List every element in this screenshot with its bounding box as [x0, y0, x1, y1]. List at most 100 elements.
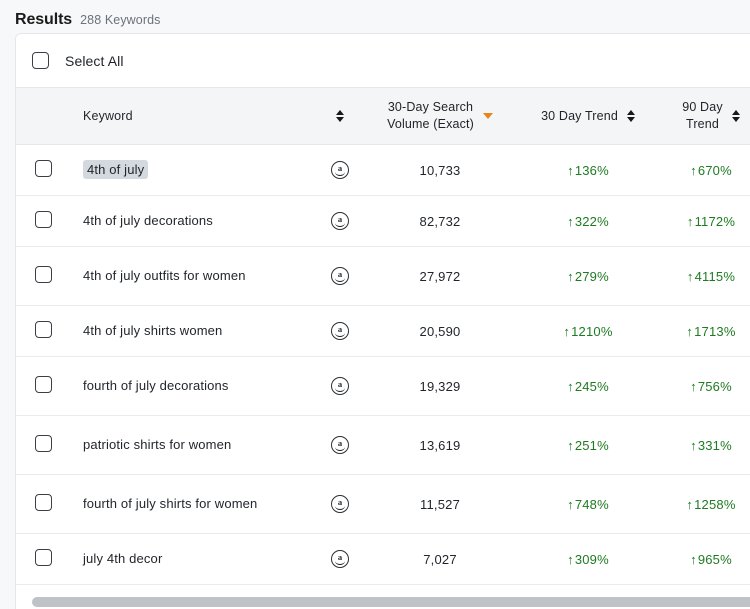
search-volume-cell: 7,027 [360, 534, 520, 585]
amazon-icon[interactable]: a [331, 161, 349, 179]
sort-descending-active-icon[interactable] [483, 113, 493, 119]
select-all-checkbox[interactable] [32, 52, 49, 69]
amazon-icon[interactable]: a [331, 212, 349, 230]
table-row[interactable]: 4th of july shirts womena20,590↑1210%↑17… [16, 306, 750, 357]
source-cell[interactable]: a [320, 357, 360, 416]
arrow-up-icon: ↑ [567, 215, 574, 228]
row-checkbox[interactable] [35, 494, 52, 511]
trend-value: ↑279% [567, 269, 609, 284]
search-volume-cell: 11,527 [360, 475, 520, 534]
row-select-cell[interactable] [16, 534, 70, 585]
trend-value: ↑245% [567, 379, 609, 394]
column-header-volume[interactable]: 30-Day Search Volume (Exact) [360, 88, 520, 145]
column-header-trend30[interactable]: 30 Day Trend [520, 88, 656, 145]
amazon-icon[interactable]: a [331, 322, 349, 340]
arrow-up-icon: ↑ [686, 498, 693, 511]
trend-percent: 756% [698, 379, 732, 394]
amazon-icon-swoosh [335, 277, 346, 282]
sort-toggle-keyword-icon[interactable] [336, 110, 344, 122]
source-cell[interactable]: a [320, 306, 360, 357]
arrow-up-icon: ↑ [686, 325, 693, 338]
arrow-up-icon: ↑ [567, 270, 574, 283]
keyword-text: 4th of july shirts women [83, 323, 222, 338]
row-checkbox[interactable] [35, 376, 52, 393]
trend-90day-cell: ↑670% [656, 145, 750, 196]
row-select-cell[interactable] [16, 475, 70, 534]
sort-toggle-trend90-icon[interactable] [732, 110, 740, 122]
trend-percent: 279% [575, 269, 609, 284]
row-select-cell[interactable] [16, 196, 70, 247]
row-select-cell[interactable] [16, 247, 70, 306]
trend-90day-cell: ↑331% [656, 416, 750, 475]
column-header-trend30-label: 30 Day Trend [541, 108, 618, 125]
trend-30day-cell: ↑245% [520, 357, 656, 416]
trend-90day-cell: ↑1172% [656, 196, 750, 247]
trend-90day-cell: ↑4115% [656, 247, 750, 306]
trend-value: ↑251% [567, 438, 609, 453]
arrow-up-icon: ↑ [687, 270, 694, 283]
amazon-icon[interactable]: a [331, 495, 349, 513]
row-select-cell[interactable] [16, 145, 70, 196]
column-header-checkbox [16, 88, 70, 145]
results-panel: Results 288 Keywords Select All [0, 0, 750, 609]
table-row[interactable]: patriotic shirts for women a 13,619 ↑251% ↑3… [16, 416, 750, 475]
column-header-volume-label: 30-Day Search Volume (Exact) [387, 99, 474, 133]
source-cell[interactable]: a [320, 475, 360, 534]
row-checkbox[interactable] [35, 160, 52, 177]
search-volume-cell: 13,619 [360, 416, 520, 475]
trend-30day-cell: ↑748% [520, 475, 656, 534]
arrow-up-icon: ↑ [567, 439, 574, 452]
table-row[interactable]: 4th of july decorationsa82,732↑322%↑1172… [16, 196, 750, 247]
trend-percent: 1172% [695, 214, 736, 229]
table-row[interactable]: july 4th decora7,027↑309%↑965% [16, 534, 750, 585]
amazon-icon[interactable]: a [331, 436, 349, 454]
keyword-cell[interactable]: patriotic shirts for women [70, 416, 320, 475]
table-row[interactable]: fourth of july decorationsa19,329↑245%↑7… [16, 357, 750, 416]
arrow-up-icon: ↑ [690, 164, 697, 177]
keyword-cell[interactable]: 4th of july outfits for women [70, 247, 320, 306]
row-checkbox[interactable] [35, 266, 52, 283]
keyword-text: 4th of july decorations [83, 213, 213, 228]
results-count-label: 288 Keywords [80, 13, 160, 27]
trend-30day-cell: ↑251% [520, 416, 656, 475]
source-cell[interactable]: a [320, 196, 360, 247]
horizontal-scrollbar-thumb[interactable] [32, 597, 750, 607]
table-row[interactable]: fourth of july shirts for women a 11,527 ↑7… [16, 475, 750, 534]
table-row[interactable]: 4th of julya10,733↑136%↑670% [16, 145, 750, 196]
row-checkbox[interactable] [35, 549, 52, 566]
keyword-cell[interactable]: 4th of july decorations [70, 196, 320, 247]
row-checkbox[interactable] [35, 435, 52, 452]
keyword-cell[interactable]: 4th of july shirts women [70, 306, 320, 357]
source-cell[interactable]: a [320, 145, 360, 196]
keyword-cell[interactable]: july 4th decor [70, 534, 320, 585]
amazon-icon[interactable]: a [331, 550, 349, 568]
row-select-cell[interactable] [16, 416, 70, 475]
trend-value: ↑756% [690, 379, 732, 394]
source-cell[interactable]: a [320, 247, 360, 306]
keyword-table-scroll-area[interactable]: Keyword 30-Day Search Volume (Exact) [16, 87, 750, 606]
source-cell[interactable]: a [320, 416, 360, 475]
page-title: Results [15, 11, 72, 29]
keyword-text: july 4th decor [83, 551, 162, 566]
keyword-cell[interactable]: 4th of july [70, 145, 320, 196]
row-select-cell[interactable] [16, 357, 70, 416]
trend-value: ↑748% [567, 497, 609, 512]
horizontal-scrollbar-track[interactable] [32, 597, 750, 607]
row-checkbox[interactable] [35, 321, 52, 338]
amazon-icon[interactable]: a [331, 267, 349, 285]
row-checkbox[interactable] [35, 211, 52, 228]
amazon-icon[interactable]: a [331, 377, 349, 395]
keyword-cell[interactable]: fourth of july decorations [70, 357, 320, 416]
table-row[interactable]: 4th of july outfits for womena27,972↑279… [16, 247, 750, 306]
search-volume-cell: 10,733 [360, 145, 520, 196]
column-header-trend90[interactable]: 90 Day Trend [656, 88, 750, 145]
keyword-cell[interactable]: fourth of july shirts for women [70, 475, 320, 534]
sort-toggle-trend30-icon[interactable] [627, 110, 635, 122]
source-cell[interactable]: a [320, 534, 360, 585]
amazon-icon-swoosh [335, 332, 346, 337]
trend-value: ↑1172% [687, 214, 735, 229]
row-select-cell[interactable] [16, 306, 70, 357]
column-header-keyword[interactable]: Keyword [70, 88, 360, 145]
arrow-up-icon: ↑ [567, 553, 574, 566]
trend-90day-cell: ↑1258% [656, 475, 750, 534]
